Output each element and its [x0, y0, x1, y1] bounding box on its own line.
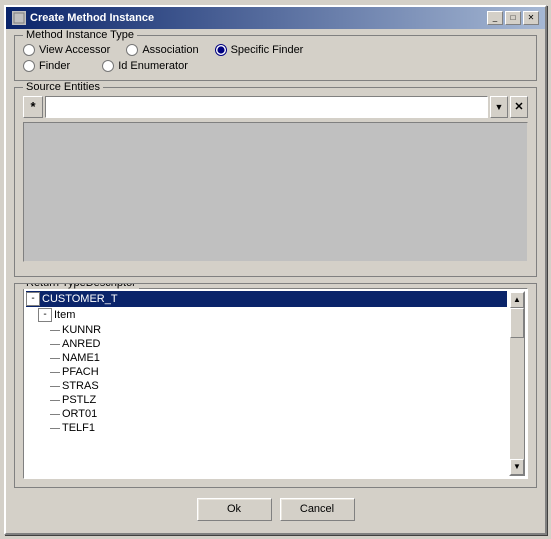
- method-instance-type-group: Method Instance Type View Accessor Assoc…: [14, 35, 537, 81]
- tree-label-ort01: ORT01: [62, 408, 97, 420]
- leaf-line-pfach: [50, 367, 60, 377]
- radio-specific-finder-input[interactable]: [215, 44, 227, 56]
- tree-scroll-area: - CUSTOMER_T - Item KUNNR: [26, 291, 507, 476]
- tree-item-ort01[interactable]: ORT01: [26, 407, 507, 421]
- leaf-line-anred: [50, 339, 60, 349]
- title-bar: Create Method Instance _ □ ✕: [6, 7, 545, 29]
- source-entities-dropdown-button[interactable]: ▼: [490, 96, 508, 118]
- source-entities-empty-area: [23, 122, 528, 262]
- maximize-button[interactable]: □: [505, 11, 521, 25]
- leaf-line-pstlz: [50, 395, 60, 405]
- minimize-button[interactable]: _: [487, 11, 503, 25]
- close-button[interactable]: ✕: [523, 11, 539, 25]
- tree-label-pstlz: PSTLZ: [62, 394, 96, 406]
- scroll-track[interactable]: [510, 308, 524, 459]
- radio-id-enumerator[interactable]: Id Enumerator: [102, 60, 188, 72]
- source-entities-group: Source Entities * ▼ ✕: [14, 87, 537, 277]
- radio-specific-finder[interactable]: Specific Finder: [215, 44, 304, 56]
- tree-label-item: Item: [54, 309, 75, 321]
- window-body: Method Instance Type View Accessor Assoc…: [6, 29, 545, 533]
- radio-id-enumerator-label: Id Enumerator: [118, 60, 188, 72]
- tree-item-anred[interactable]: ANRED: [26, 337, 507, 351]
- window-title: Create Method Instance: [30, 12, 154, 24]
- ok-button[interactable]: Ok: [197, 498, 272, 521]
- dropdown-arrow-icon: ▼: [495, 102, 504, 112]
- scroll-thumb[interactable]: [510, 308, 524, 338]
- tree-label-telf1: TELF1: [62, 422, 95, 434]
- radio-row-2: Finder Id Enumerator: [23, 60, 528, 72]
- radio-view-accessor[interactable]: View Accessor: [23, 44, 110, 56]
- tree-label-kunnr: KUNNR: [62, 324, 101, 336]
- radio-specific-finder-label: Specific Finder: [231, 44, 304, 56]
- tree-item-customer-t[interactable]: - CUSTOMER_T: [26, 291, 507, 307]
- leaf-line-stras: [50, 381, 60, 391]
- radio-association[interactable]: Association: [126, 44, 198, 56]
- tree-item-kunnr[interactable]: KUNNR: [26, 323, 507, 337]
- tree-container: - CUSTOMER_T - Item KUNNR: [23, 288, 528, 479]
- radio-id-enumerator-input[interactable]: [102, 60, 114, 72]
- method-instance-type-legend: Method Instance Type: [23, 29, 137, 41]
- create-method-instance-dialog: Create Method Instance _ □ ✕ Method Inst…: [4, 5, 547, 535]
- tree-label-name1: NAME1: [62, 352, 100, 364]
- source-entities-content: * ▼ ✕: [23, 96, 528, 262]
- radio-row-1: View Accessor Association Specific Finde…: [23, 44, 528, 56]
- radio-finder-input[interactable]: [23, 60, 35, 72]
- leaf-line-ort01: [50, 409, 60, 419]
- asterisk-button[interactable]: *: [23, 96, 43, 118]
- scroll-up-button[interactable]: ▲: [510, 292, 524, 308]
- tree-item-item[interactable]: - Item: [26, 307, 507, 323]
- source-entities-legend: Source Entities: [23, 81, 103, 93]
- radio-view-accessor-label: View Accessor: [39, 44, 110, 56]
- radio-finder[interactable]: Finder: [23, 60, 70, 72]
- tree-label-customer-t: CUSTOMER_T: [42, 293, 118, 305]
- tree-label-stras: STRAS: [62, 380, 99, 392]
- title-buttons: _ □ ✕: [487, 11, 539, 25]
- window-icon: [12, 11, 26, 25]
- leaf-line-name1: [50, 353, 60, 363]
- radio-association-label: Association: [142, 44, 198, 56]
- leaf-line-kunnr: [50, 325, 60, 335]
- return-type-descriptor-group: Return TypeDescriptor - CUSTOMER_T - Ite…: [14, 283, 537, 488]
- bottom-buttons: Ok Cancel: [14, 494, 537, 527]
- tree-item-telf1[interactable]: TELF1: [26, 421, 507, 435]
- source-entities-delete-button[interactable]: ✕: [510, 96, 528, 118]
- source-entities-input-row: * ▼ ✕: [23, 96, 528, 118]
- cancel-button[interactable]: Cancel: [280, 498, 355, 521]
- tree-item-name1[interactable]: NAME1: [26, 351, 507, 365]
- tree-item-stras[interactable]: STRAS: [26, 379, 507, 393]
- leaf-line-telf1: [50, 423, 60, 433]
- tree-item-pstlz[interactable]: PSTLZ: [26, 393, 507, 407]
- tree-label-pfach: PFACH: [62, 366, 99, 378]
- return-type-legend: Return TypeDescriptor: [23, 283, 139, 289]
- expand-icon-item[interactable]: -: [38, 308, 52, 322]
- tree-item-pfach[interactable]: PFACH: [26, 365, 507, 379]
- tree-label-anred: ANRED: [62, 338, 101, 350]
- radio-view-accessor-input[interactable]: [23, 44, 35, 56]
- tree-scrollbar[interactable]: ▲ ▼: [509, 291, 525, 476]
- source-entities-input[interactable]: [45, 96, 488, 118]
- radio-finder-label: Finder: [39, 60, 70, 72]
- title-bar-left: Create Method Instance: [12, 11, 154, 25]
- expand-icon-customer-t[interactable]: -: [26, 292, 40, 306]
- radio-association-input[interactable]: [126, 44, 138, 56]
- scroll-down-button[interactable]: ▼: [510, 459, 524, 475]
- delete-icon: ✕: [514, 100, 523, 113]
